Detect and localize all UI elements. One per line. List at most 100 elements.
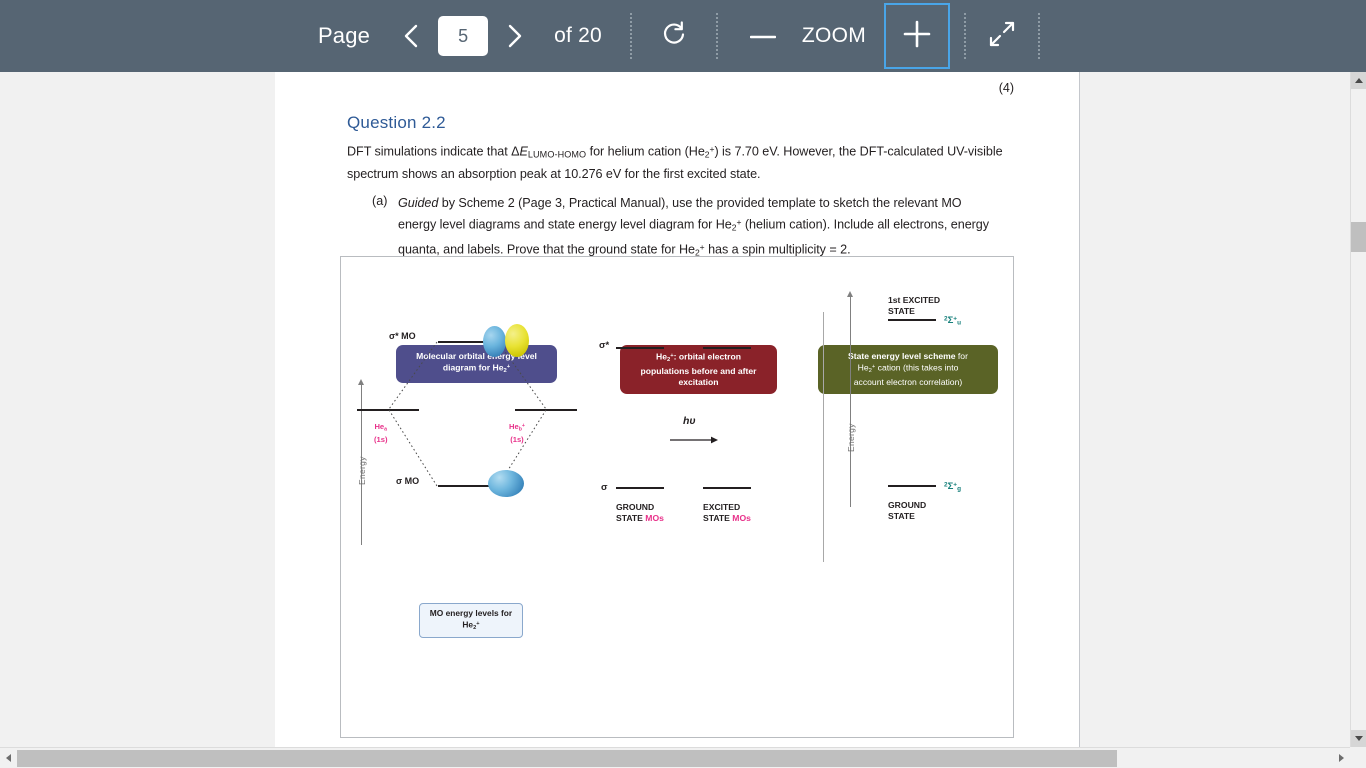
rotate-button[interactable] bbox=[654, 16, 694, 56]
mo-energy-axis-arrowhead bbox=[357, 379, 364, 385]
triangle-down-icon bbox=[1355, 736, 1363, 741]
mo-energy-axis-label: Energy bbox=[357, 456, 367, 485]
chevron-left-icon bbox=[400, 21, 422, 51]
answer-template-diagram: Molecular orbital energy level diagram f… bbox=[340, 256, 1014, 738]
horizontal-scrollbar[interactable] bbox=[0, 747, 1366, 768]
panel-electron-populations: σ* σ hυ GROUND STATE MOs EXCITED STATE M… bbox=[571, 257, 806, 739]
zoom-label: ZOOM bbox=[801, 24, 867, 47]
plus-icon bbox=[902, 19, 932, 54]
ground-sigma-level bbox=[616, 487, 664, 489]
page-sheet: (4) Question 2.2 DFT simulations indicat… bbox=[275, 72, 1080, 747]
scroll-up-button[interactable] bbox=[1351, 72, 1366, 89]
rotate-icon bbox=[659, 19, 689, 54]
vertical-scrollbar-thumb[interactable] bbox=[1351, 222, 1366, 252]
sigma-star-lobe-yellow bbox=[505, 324, 529, 357]
sigma-lobe-blue bbox=[488, 470, 524, 497]
part-a-paragraph: Guided by Scheme 2 (Page 3, Practical Ma… bbox=[398, 194, 1003, 262]
scroll-right-button[interactable] bbox=[1333, 748, 1350, 768]
scroll-down-button[interactable] bbox=[1351, 730, 1366, 747]
state-energy-axis-label: Energy bbox=[846, 423, 856, 452]
page-number-input[interactable] bbox=[438, 16, 489, 56]
excited-state-title-l2: STATE bbox=[888, 305, 915, 316]
ground-state-title-l1: GROUND bbox=[888, 500, 927, 510]
mo-caption-l2: He bbox=[462, 618, 474, 629]
excited-state-term-symbol: 2Σ+u bbox=[944, 315, 961, 327]
mo-correlation-lines bbox=[388, 341, 547, 487]
state-energy-axis-arrowhead bbox=[846, 291, 853, 297]
panel-mo-diagram: Energy σ* MO σ MO Hea (1s) Heb+ (1s) MO … bbox=[341, 257, 577, 739]
viewer-toolbar: Page of 20 bbox=[0, 0, 1366, 72]
mo-caption-sup: + bbox=[476, 620, 480, 627]
para1-subscript: LUMO-HOMO bbox=[527, 149, 587, 160]
para1-part2: for helium cation (He bbox=[586, 144, 705, 159]
sigma-star-mo-label: σ* MO bbox=[389, 331, 416, 341]
he-b-sup: + bbox=[521, 423, 525, 429]
he-b-label-l1: He bbox=[509, 422, 519, 432]
part-a-guided: Guided bbox=[398, 196, 439, 210]
zoom-out-button[interactable] bbox=[740, 14, 786, 58]
toolbar-divider-2 bbox=[715, 13, 718, 59]
panel-separator-line bbox=[823, 312, 824, 562]
ground-state-l2a: STATE bbox=[616, 512, 646, 523]
sigma-mo-label: σ MO bbox=[396, 476, 420, 486]
pop-sigma-label: σ bbox=[601, 482, 608, 493]
excited-state-title-l1: 1st EXCITED bbox=[888, 295, 941, 305]
ground-state-term-symbol: 2Σ+g bbox=[944, 481, 961, 493]
he-a-label-l2: (1s) bbox=[374, 434, 388, 444]
para1-part1: DFT simulations indicate that Δ bbox=[347, 144, 520, 159]
sigma-star-lobe-blue bbox=[483, 326, 506, 357]
state-ground-label: GROUND STATE bbox=[888, 500, 926, 521]
excited-state-level-line bbox=[888, 319, 936, 321]
mo-caption-l1: MO energy levels for bbox=[429, 608, 513, 618]
para1-italic-E: E bbox=[519, 144, 528, 159]
he-a-atomic-label: Hea (1s) bbox=[374, 422, 388, 444]
he-a-level-line bbox=[357, 409, 419, 411]
excited-state-l2a: STATE bbox=[703, 512, 733, 523]
excited-state-l1: EXCITED bbox=[703, 502, 741, 512]
toolbar-divider-4 bbox=[1038, 13, 1041, 59]
toolbar-divider-3 bbox=[964, 13, 967, 59]
triangle-right-icon bbox=[1339, 754, 1344, 762]
he-b-level-line bbox=[515, 409, 577, 411]
next-page-button[interactable] bbox=[498, 14, 532, 58]
panel-state-scheme: Energy 1st EXCITED STATE 2Σ+u 2Σ+g GROUN… bbox=[806, 257, 1015, 739]
mo-energy-levels-caption: MO energy levels for He2+ bbox=[419, 603, 523, 638]
fit-to-window-button[interactable] bbox=[980, 14, 1024, 58]
first-excited-state-label: 1st EXCITED STATE bbox=[888, 295, 940, 316]
chevron-right-icon bbox=[504, 21, 526, 51]
horizontal-scrollbar-thumb[interactable] bbox=[17, 750, 1117, 767]
excited-state-mos-label: EXCITED STATE MOs bbox=[703, 502, 751, 523]
ground-sigma-star-level bbox=[616, 347, 664, 349]
collapse-arrows-icon bbox=[989, 21, 1015, 52]
he-a-label-l1: He bbox=[374, 422, 385, 431]
page-label: Page bbox=[317, 23, 371, 48]
he-b-atomic-label: Heb+ (1s) bbox=[509, 422, 525, 444]
ground-state-title-l2: STATE bbox=[888, 510, 915, 521]
question-intro-paragraph: DFT simulations indicate that ΔELUMO-HOM… bbox=[347, 140, 1007, 184]
photon-energy-label: hυ bbox=[683, 415, 696, 427]
ground-state-level-line bbox=[888, 485, 936, 487]
ground-state-mos: MOs bbox=[645, 512, 664, 523]
excited-state-mos: MOs bbox=[732, 512, 751, 523]
excitation-arrow-icon bbox=[670, 436, 718, 444]
question-title: Question 2.2 bbox=[347, 113, 446, 132]
ground-state-mos-label: GROUND STATE MOs bbox=[616, 502, 664, 523]
pop-sigma-star-label: σ* bbox=[599, 340, 610, 351]
ground-state-l1: GROUND bbox=[616, 502, 655, 512]
scroll-left-button[interactable] bbox=[0, 748, 17, 768]
previous-page-button[interactable] bbox=[394, 14, 428, 58]
term-g-sub: g bbox=[957, 485, 962, 493]
term-u-sub: u bbox=[957, 319, 962, 327]
state-energy-axis bbox=[850, 297, 851, 507]
triangle-left-icon bbox=[6, 754, 11, 762]
marks-allocation: (4) bbox=[998, 81, 1014, 95]
toolbar-divider-1 bbox=[629, 13, 632, 59]
he-b-label-l2: (1s) bbox=[510, 434, 524, 444]
excited-sigma-star-level bbox=[703, 347, 751, 349]
part-a-text3: has a spin multiplicity = 2. bbox=[704, 242, 851, 257]
zoom-in-button[interactable] bbox=[884, 3, 951, 69]
excited-sigma-level bbox=[703, 487, 751, 489]
triangle-up-icon bbox=[1355, 78, 1363, 83]
vertical-scrollbar[interactable] bbox=[1350, 72, 1366, 747]
document-viewer[interactable]: (4) Question 2.2 DFT simulations indicat… bbox=[0, 72, 1350, 747]
